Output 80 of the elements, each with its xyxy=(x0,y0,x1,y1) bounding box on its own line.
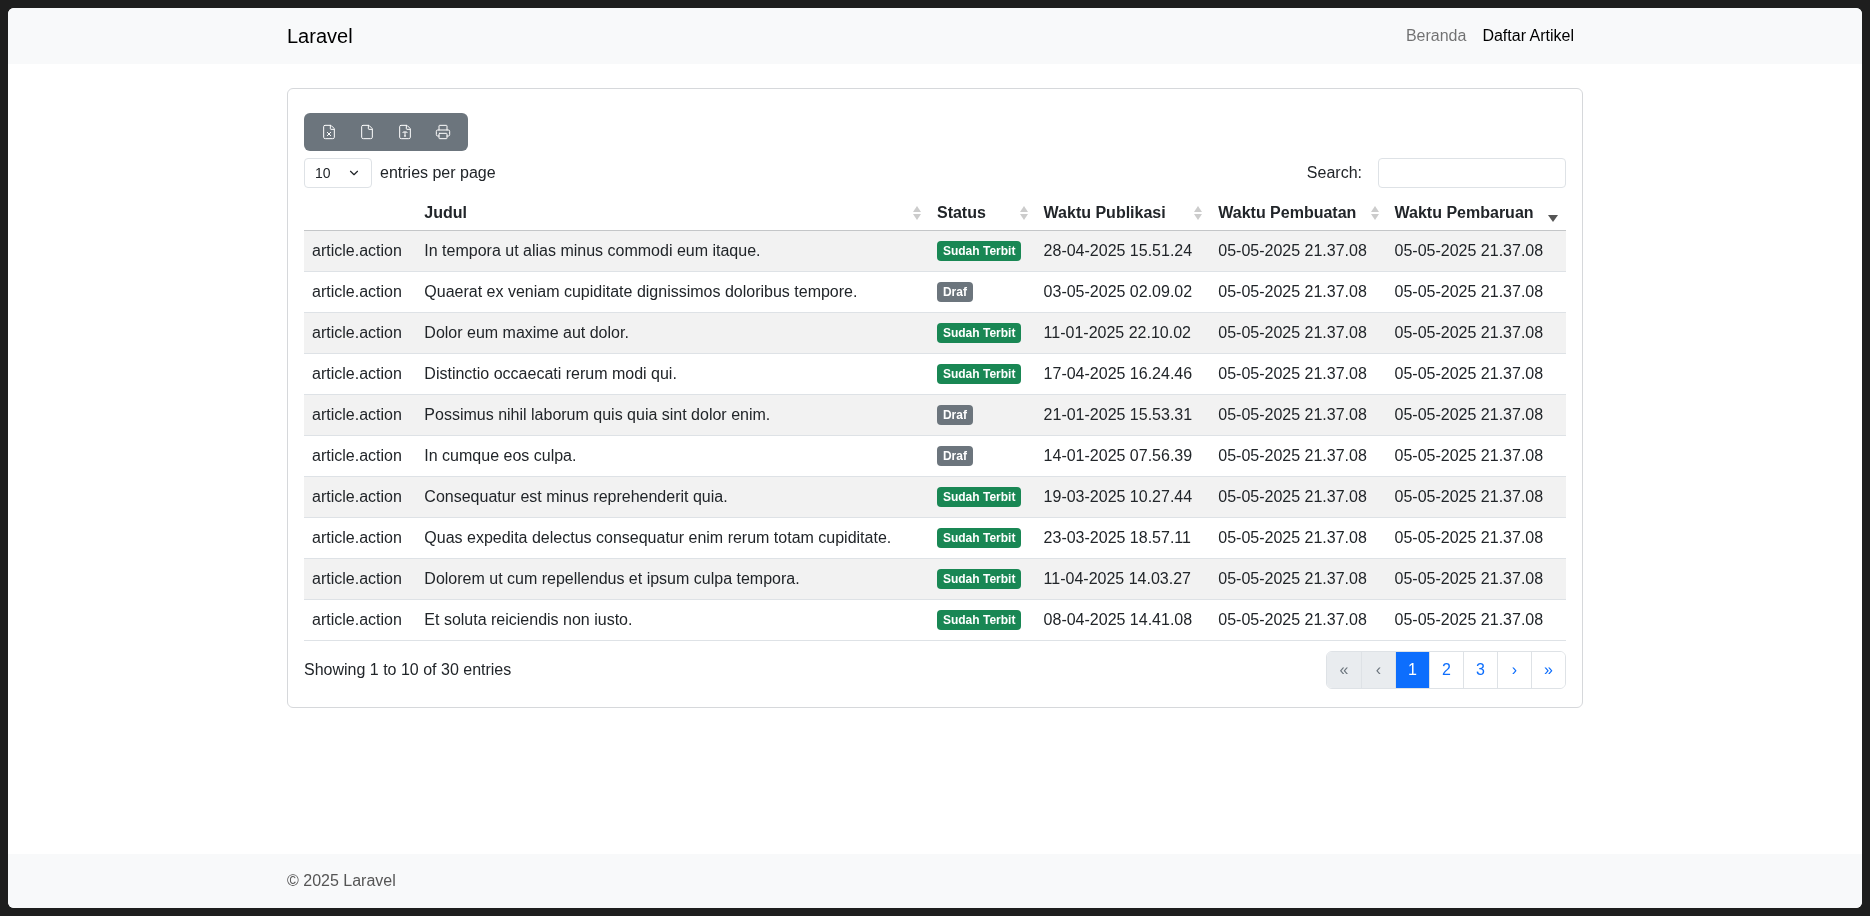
file-x-icon xyxy=(321,124,337,140)
status-badge: Draf xyxy=(936,446,973,466)
status-badge: Draf xyxy=(936,282,973,302)
status-badge: Sudah Terbit xyxy=(936,528,1022,548)
table-cell: 05-05-2025 21.37.08 xyxy=(1394,365,1544,382)
table-cell: 28-04-2025 15.51.24 xyxy=(1043,242,1193,259)
table-cell: 05-05-2025 21.37.08 xyxy=(1394,283,1544,300)
table-cell: 05-05-2025 21.37.08 xyxy=(1394,324,1544,341)
page-size-select[interactable]: 10 xyxy=(304,158,372,188)
nav-link[interactable]: Daftar Artikel xyxy=(1482,27,1574,45)
table-cell: 05-05-2025 21.37.08 xyxy=(1394,488,1544,505)
table-cell: 05-05-2025 21.37.08 xyxy=(1218,406,1367,423)
table-cell: Distinctio occaecati rerum modi qui. xyxy=(424,365,677,382)
table-cell: 05-05-2025 21.37.08 xyxy=(1394,611,1544,628)
table-cell: 05-05-2025 21.37.08 xyxy=(1394,447,1544,464)
table-cell: Consequatur est minus reprehenderit quia. xyxy=(424,488,728,505)
nav-link[interactable]: Beranda xyxy=(1405,27,1467,45)
table-cell[interactable]: article.action xyxy=(312,242,402,259)
column-header[interactable]: Waktu Pembaruan xyxy=(1394,204,1534,222)
table-cell: 11-04-2025 14.03.27 xyxy=(1043,570,1191,587)
table-cell: 05-05-2025 21.37.08 xyxy=(1218,570,1367,587)
column-header[interactable]: Waktu Publikasi xyxy=(1043,204,1166,222)
table-cell: Dolor eum maxime aut dolor. xyxy=(424,324,629,341)
status-badge: Sudah Terbit xyxy=(936,364,1022,384)
status-badge: Draf xyxy=(936,405,973,425)
status-badge: Sudah Terbit xyxy=(936,323,1022,343)
table-cell: Dolorem ut cum repellendus et ipsum culpa tempora. xyxy=(424,570,800,587)
table-cell: 05-05-2025 21.37.08 xyxy=(1218,324,1367,341)
table-cell[interactable]: article.action xyxy=(312,529,402,546)
table-cell[interactable]: article.action xyxy=(312,611,402,628)
table-cell[interactable]: article.action xyxy=(312,324,402,341)
table-cell[interactable]: article.action xyxy=(312,406,402,423)
table-cell[interactable]: article.action xyxy=(312,283,402,300)
table-cell: In tempora ut alias minus commodi eum itaque. xyxy=(424,242,761,259)
table-cell: 23-03-2025 18.57.11 xyxy=(1043,529,1191,546)
column-header[interactable]: Status xyxy=(936,204,986,222)
table-cell: 05-05-2025 21.37.08 xyxy=(1394,242,1544,259)
table-cell: 05-05-2025 21.37.08 xyxy=(1218,242,1367,259)
table-cell: 05-05-2025 21.37.08 xyxy=(1394,406,1544,423)
page-button[interactable]: 1 xyxy=(1395,652,1429,688)
brand[interactable]: Laravel xyxy=(287,24,353,48)
table-cell: 05-05-2025 21.37.08 xyxy=(1218,488,1367,505)
table-cell[interactable]: article.action xyxy=(312,365,402,382)
table-cell: In cumque eos culpa. xyxy=(424,447,577,464)
table-cell: Quas expedita delectus consequatur enim rerum totam cupiditate. xyxy=(424,529,892,546)
table-cell: 05-05-2025 21.37.08 xyxy=(1394,529,1544,546)
table-cell: 03-05-2025 02.09.02 xyxy=(1043,283,1193,300)
status-badge: Sudah Terbit xyxy=(936,487,1022,507)
table-cell: 14-01-2025 07.56.39 xyxy=(1043,447,1193,464)
table-cell: 05-05-2025 21.37.08 xyxy=(1218,447,1367,464)
table-cell: 17-04-2025 16.24.46 xyxy=(1043,365,1193,382)
table-cell: 05-05-2025 21.37.08 xyxy=(1218,283,1367,300)
table-cell: 19-03-2025 10.27.44 xyxy=(1043,488,1193,505)
file-icon xyxy=(397,124,413,140)
search-field[interactable] xyxy=(1378,158,1566,188)
table-cell: 11-01-2025 22.10.02 xyxy=(1043,324,1191,341)
table-cell[interactable]: article.action xyxy=(312,570,402,587)
table-cell: 05-05-2025 21.37.08 xyxy=(1218,611,1367,628)
table-cell[interactable]: article.action xyxy=(312,447,402,464)
footer-text: © 2025 Laravel xyxy=(287,872,396,890)
table-cell: 05-05-2025 21.37.08 xyxy=(1218,365,1367,382)
status-badge: Sudah Terbit xyxy=(936,241,1022,261)
column-header[interactable]: Judul xyxy=(424,204,467,222)
entries-info: Showing 1 to 10 of 30 entries xyxy=(304,661,512,679)
table-cell: Et soluta reiciendis non iusto. xyxy=(424,611,633,628)
search-label: Search: xyxy=(1306,164,1362,182)
table-cell: Possimus nihil laborum quis quia sint dolor enim. xyxy=(424,406,771,423)
page-button[interactable]: » xyxy=(1531,652,1565,688)
table-cell: 05-05-2025 21.37.08 xyxy=(1218,529,1367,546)
table-cell: 21-01-2025 15.53.31 xyxy=(1043,406,1193,423)
table-cell: 05-05-2025 21.37.08 xyxy=(1394,570,1544,587)
status-badge: Sudah Terbit xyxy=(936,569,1022,589)
table-cell[interactable]: article.action xyxy=(312,488,402,505)
status-badge: Sudah Terbit xyxy=(936,610,1022,630)
column-header[interactable]: Waktu Pembuatan xyxy=(1218,204,1357,222)
page-size-label: entries per page xyxy=(380,164,496,182)
table-cell: 08-04-2025 14.41.08 xyxy=(1043,611,1193,628)
file-icon xyxy=(359,124,375,140)
table-cell: Quaerat ex veniam cupiditate dignissimos doloribus tempore. xyxy=(424,283,858,300)
print-icon xyxy=(435,124,451,140)
